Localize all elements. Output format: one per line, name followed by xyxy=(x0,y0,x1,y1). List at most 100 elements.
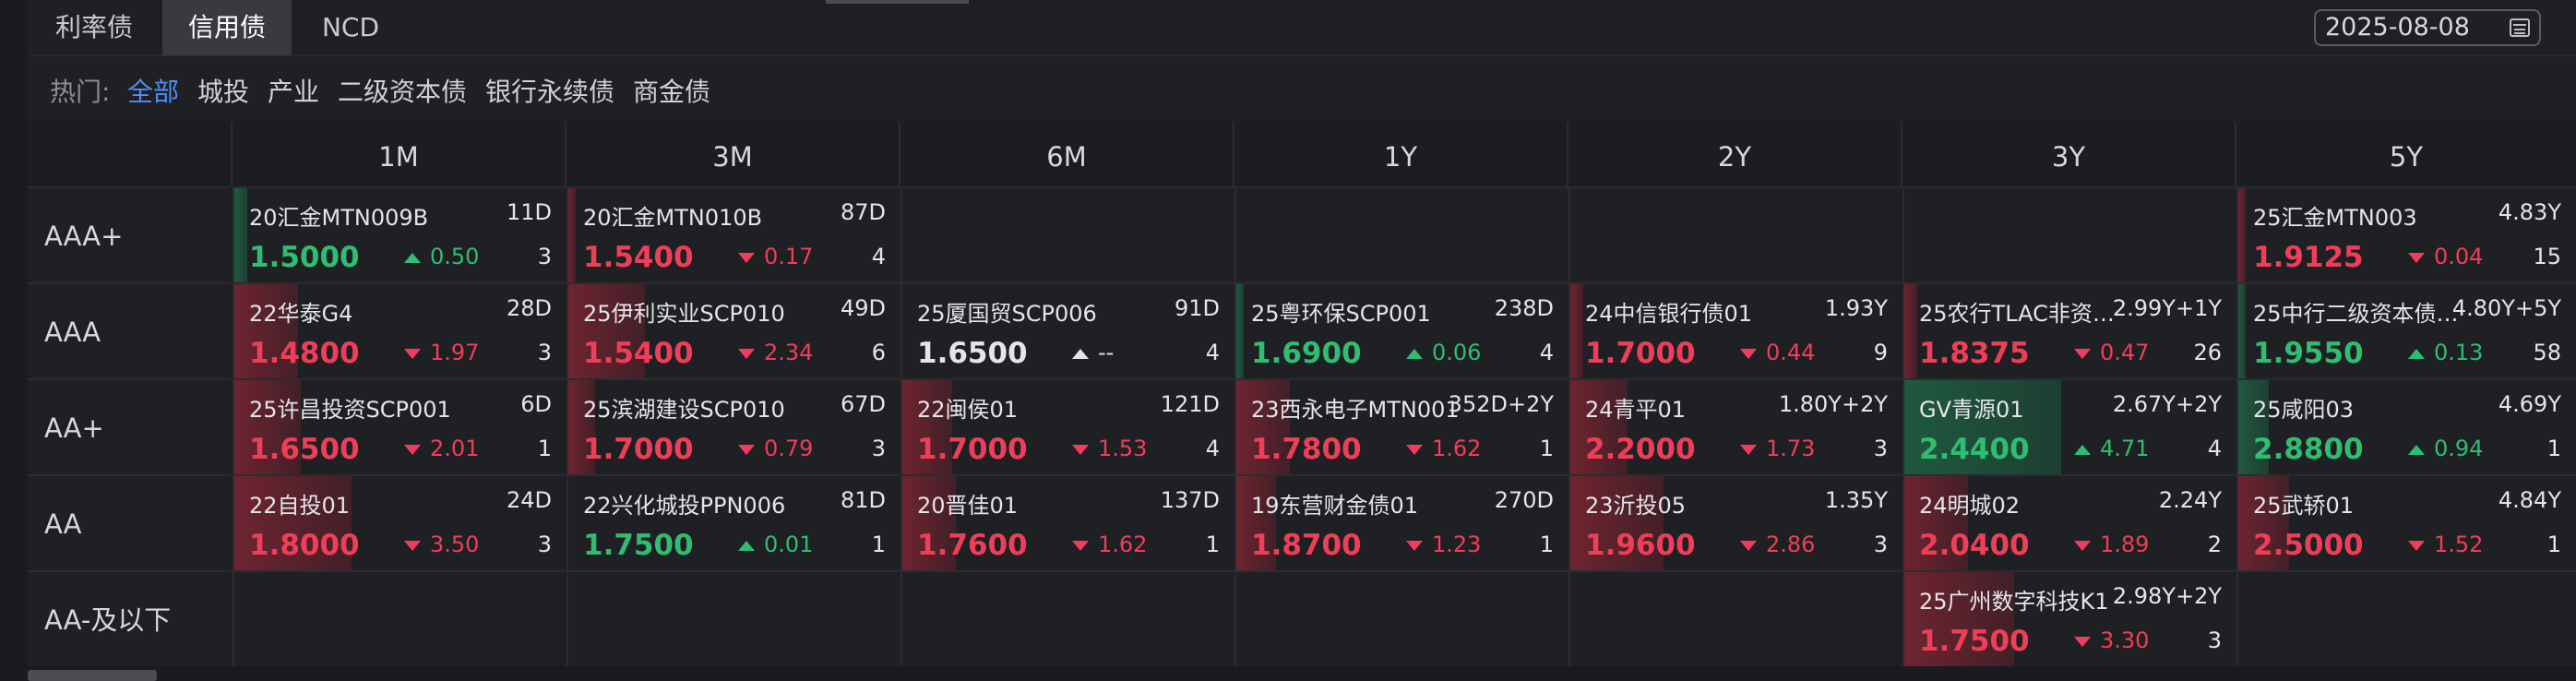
bond-name: 25伊利实业SCP010 xyxy=(583,301,785,327)
hot-filter-tier2-capital[interactable]: 二级资本债 xyxy=(338,72,467,109)
change-heat-bar xyxy=(568,188,576,282)
bond-cell[interactable]: 25厦国贸SCP006 91D 1.6500 -- 4 xyxy=(900,282,1234,378)
bond-term: 4.69Y xyxy=(2498,391,2561,417)
bond-term: 137D xyxy=(1160,487,1220,513)
bond-yield: 2.4400 xyxy=(1919,433,2030,466)
bond-cell[interactable]: 24青平01 1.80Y+2Y 2.2000 1.73 3 xyxy=(1568,378,1902,474)
bottom-scroll-track[interactable] xyxy=(28,666,2576,681)
bond-yield: 1.8700 xyxy=(1251,529,1362,562)
trade-count: 3 xyxy=(537,340,552,365)
column-header[interactable]: 1M xyxy=(233,122,566,186)
bond-cell[interactable]: 22华泰G4 28D 1.4800 1.97 3 xyxy=(233,282,566,378)
triangle-up-icon xyxy=(404,252,421,263)
bond-cell[interactable]: 23沂投05 1.35Y 1.9600 2.86 3 xyxy=(1568,474,1902,570)
hot-filter-row: 热门: 全部 城投 产业 二级资本债 银行永续债 商金债 xyxy=(28,55,2576,122)
scrollbar-thumb[interactable] xyxy=(28,670,157,681)
bond-cell[interactable]: 20汇金MTN010B 87D 1.5400 0.17 4 xyxy=(566,186,900,282)
bond-cell[interactable]: 23西永电子MTN001 352D+2Y 1.7800 1.62 1 xyxy=(1234,378,1568,474)
bond-term: 2.98Y+2Y xyxy=(2112,583,2222,609)
bond-cell[interactable]: 25中行二级资本债… 4.80Y+5Y 1.9550 0.13 58 xyxy=(2236,282,2576,378)
change-value: 3.50 xyxy=(430,532,480,557)
bond-name: 25汇金MTN003 xyxy=(2253,205,2417,231)
bond-name: 23西永电子MTN001 xyxy=(1251,397,1460,423)
bond-yield: 2.2000 xyxy=(1585,433,1696,466)
triangle-up-icon xyxy=(1072,348,1089,359)
change-value: 3.30 xyxy=(2100,627,2150,653)
bond-yield: 1.9125 xyxy=(2253,241,2364,274)
column-header[interactable]: 3M xyxy=(566,122,900,186)
trade-count: 3 xyxy=(537,532,552,557)
bond-cell[interactable]: 25汇金MTN003 4.83Y 1.9125 0.04 15 xyxy=(2236,186,2576,282)
bond-name: 22华泰G4 xyxy=(249,301,353,327)
column-header[interactable]: 2Y xyxy=(1568,122,1902,186)
bond-yield: 1.6500 xyxy=(917,337,1028,370)
tab-credit-bond[interactable]: 信用债 xyxy=(162,0,292,55)
bond-term: 352D+2Y xyxy=(1448,391,1554,417)
bond-cell[interactable]: 25咸阳03 4.69Y 2.8800 0.94 1 xyxy=(2236,378,2576,474)
bond-term: 4.83Y xyxy=(2498,199,2561,225)
bond-term: 4.80Y+5Y xyxy=(2451,295,2561,321)
bond-term: 4.84Y xyxy=(2498,487,2561,513)
bond-cell[interactable]: 25粤环保SCP001 238D 1.6900 0.06 4 xyxy=(1234,282,1568,378)
bond-cell[interactable]: 20晋佳01 137D 1.7600 1.62 1 xyxy=(900,474,1234,570)
bond-name: 24青平01 xyxy=(1585,397,1687,423)
bond-cell[interactable]: GV青源01 2.67Y+2Y 2.4400 4.71 4 xyxy=(1902,378,2236,474)
date-picker[interactable]: 2025-08-08 xyxy=(2314,9,2541,46)
bond-cell[interactable]: 24中信银行债01 1.93Y 1.7000 0.44 9 xyxy=(1568,282,1902,378)
bond-yield: 2.0400 xyxy=(1919,529,2030,562)
trade-count: 4 xyxy=(1539,340,1554,365)
bond-term: 1.80Y+2Y xyxy=(1778,391,1888,417)
bond-cell[interactable]: 24明城02 2.24Y 2.0400 1.89 2 xyxy=(1902,474,2236,570)
hot-filter-urban-investment[interactable]: 城投 xyxy=(197,72,249,109)
tab-ncd[interactable]: NCD xyxy=(295,0,406,55)
bond-cell[interactable]: 25伊利实业SCP010 49D 1.5400 2.34 6 xyxy=(566,282,900,378)
bond-cell[interactable]: 25广州数字科技K1 2.98Y+2Y 1.7500 3.30 3 xyxy=(1902,570,2236,666)
bond-name: 25农行TLAC非资… xyxy=(1919,301,2115,327)
bond-cell[interactable]: 22自投01 24D 1.8000 3.50 3 xyxy=(233,474,566,570)
change-value: 0.47 xyxy=(2100,340,2150,365)
bond-yield: 1.5400 xyxy=(583,241,694,274)
hot-filter-bank-perpetual[interactable]: 银行永续债 xyxy=(485,72,614,109)
column-header[interactable]: 3Y xyxy=(1902,122,2236,186)
bond-cell[interactable]: 25农行TLAC非资… 2.99Y+1Y 1.8375 0.47 26 xyxy=(1902,282,2236,378)
column-header[interactable]: 5Y xyxy=(2236,122,2576,186)
bond-cell[interactable]: 20汇金MTN009B 11D 1.5000 0.50 3 xyxy=(233,186,566,282)
hot-filter-commercial-finance[interactable]: 商金债 xyxy=(633,72,710,109)
bond-cell[interactable]: 25滨湖建设SCP010 67D 1.7000 0.79 3 xyxy=(566,378,900,474)
hot-filter-all[interactable]: 全部 xyxy=(127,72,179,109)
yield-change: 0.47 xyxy=(2074,340,2149,365)
bond-cell[interactable]: 25许昌投资SCP001 6D 1.6500 2.01 1 xyxy=(233,378,566,474)
triangle-down-icon xyxy=(2074,636,2091,647)
triangle-down-icon xyxy=(1740,540,1757,551)
bond-name: 24中信银行债01 xyxy=(1585,301,1753,327)
empty-cell xyxy=(2236,570,2576,666)
empty-cell xyxy=(1568,186,1902,282)
triangle-up-icon xyxy=(2408,444,2425,455)
calendar-icon[interactable] xyxy=(2510,18,2530,37)
bond-yield: 1.5000 xyxy=(249,241,360,274)
triangle-down-icon xyxy=(404,540,421,551)
triangle-up-icon xyxy=(1406,348,1423,359)
bond-yield: 1.7600 xyxy=(917,529,1028,562)
column-header[interactable]: 1Y xyxy=(1234,122,1568,186)
hot-filter-industry[interactable]: 产业 xyxy=(268,72,319,109)
bond-cell[interactable]: 22兴化城投PPN006 81D 1.7500 0.01 1 xyxy=(566,474,900,570)
bond-cell[interactable]: 25武轿01 4.84Y 2.5000 1.52 1 xyxy=(2236,474,2576,570)
bond-yield: 1.7800 xyxy=(1251,433,1362,466)
column-header[interactable]: 6M xyxy=(900,122,1234,186)
bond-cell[interactable]: 22闽侯01 121D 1.7000 1.53 4 xyxy=(900,378,1234,474)
bond-yield: 1.7500 xyxy=(1919,625,2030,658)
triangle-down-icon xyxy=(2408,540,2425,551)
bond-cell[interactable]: 19东营财金债01 270D 1.8700 1.23 1 xyxy=(1234,474,1568,570)
tab-rate-bond[interactable]: 利率债 xyxy=(28,0,161,55)
change-value: 0.01 xyxy=(764,532,814,557)
change-value: 1.62 xyxy=(1098,532,1148,557)
triangle-up-icon xyxy=(2408,348,2425,359)
bond-yield: 1.6500 xyxy=(249,433,360,466)
top-drag-handle[interactable] xyxy=(826,0,969,4)
triangle-down-icon xyxy=(2408,252,2425,263)
change-value: 0.50 xyxy=(430,244,480,269)
bond-yield: 1.5400 xyxy=(583,337,694,370)
change-value: 0.79 xyxy=(764,436,814,461)
triangle-down-icon xyxy=(2074,348,2091,359)
